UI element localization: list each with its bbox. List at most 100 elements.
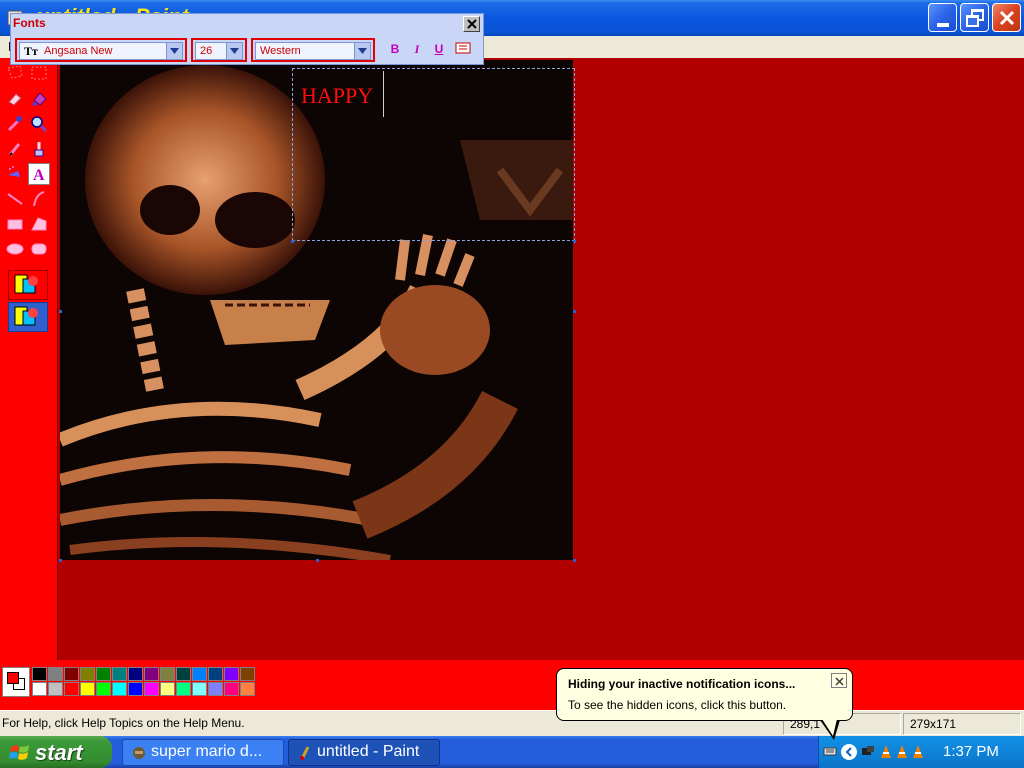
color-swatch[interactable] xyxy=(240,667,255,681)
color-swatch[interactable] xyxy=(80,667,95,681)
color-swatch[interactable] xyxy=(224,667,239,681)
taskbar-item-paint[interactable]: untitled - Paint xyxy=(288,739,440,766)
minimize-button[interactable] xyxy=(928,3,957,32)
rect-select-tool[interactable] xyxy=(28,62,50,84)
color-swatch[interactable] xyxy=(160,682,175,696)
color-swatch[interactable] xyxy=(176,682,191,696)
bold-button[interactable]: B xyxy=(385,41,405,57)
pencil-tool[interactable] xyxy=(4,138,26,160)
network-icon[interactable] xyxy=(861,744,875,763)
chevron-down-icon[interactable] xyxy=(354,43,370,59)
fonts-toolbar: Fonts Tт Angsana New 26 Western B I U xyxy=(10,13,484,65)
color-swatch[interactable] xyxy=(208,667,223,681)
system-tray: 1:37 PM xyxy=(818,736,1024,768)
color-swatch[interactable] xyxy=(96,682,111,696)
font-size-value: 26 xyxy=(200,45,213,57)
truetype-font-icon: Tт xyxy=(24,44,38,58)
close-icon xyxy=(467,19,477,29)
canvas-handle[interactable] xyxy=(59,310,62,313)
start-label: start xyxy=(35,740,83,765)
ellipse-tool[interactable] xyxy=(4,238,26,260)
color-swatch[interactable] xyxy=(48,682,63,696)
color-swatch[interactable] xyxy=(176,667,191,681)
free-select-tool[interactable] xyxy=(4,62,26,84)
foreground-color xyxy=(7,672,19,684)
font-name-value: Angsana New xyxy=(44,45,113,57)
vlc-cone-icon[interactable] xyxy=(895,744,909,765)
underline-button[interactable]: U xyxy=(429,41,449,57)
curve-tool[interactable] xyxy=(28,188,50,210)
font-size-select[interactable]: 26 xyxy=(195,42,243,60)
balloon-close-button[interactable] xyxy=(831,673,847,688)
chevron-left-icon xyxy=(845,747,852,757)
airbrush-tool[interactable] xyxy=(4,163,26,185)
color-swatch[interactable] xyxy=(32,667,47,681)
color-swatch[interactable] xyxy=(80,682,95,696)
color-swatch[interactable] xyxy=(240,682,255,696)
brush-tool[interactable] xyxy=(28,138,50,160)
text-tool[interactable]: A xyxy=(28,163,50,185)
color-swatch[interactable] xyxy=(112,682,127,696)
typed-text[interactable]: HAPPY xyxy=(301,83,373,109)
chevron-down-icon[interactable] xyxy=(226,43,242,59)
opaque-background-option[interactable] xyxy=(8,270,48,300)
color-swatch[interactable] xyxy=(64,682,79,696)
close-button[interactable] xyxy=(992,3,1021,32)
text-frame-handle[interactable] xyxy=(573,240,576,243)
color-swatch[interactable] xyxy=(144,667,159,681)
line-tool[interactable] xyxy=(4,188,26,210)
show-hidden-icons-button[interactable] xyxy=(841,744,857,760)
color-swatch[interactable] xyxy=(128,682,143,696)
transparent-background-option[interactable] xyxy=(8,302,48,332)
balloon-text: To see the hidden icons, click this butt… xyxy=(568,698,787,712)
color-swatch[interactable] xyxy=(192,667,207,681)
color-swatch[interactable] xyxy=(64,667,79,681)
polygon-tool[interactable] xyxy=(28,213,50,235)
canvas-handle[interactable] xyxy=(573,559,576,562)
status-selection-size: 279x171 xyxy=(903,713,1021,735)
taskbar-item-mario[interactable]: super mario d... xyxy=(122,739,284,766)
color-swatch[interactable] xyxy=(160,667,175,681)
desktop-screen: untitled - Paint F xyxy=(0,0,1024,768)
color-swatch[interactable] xyxy=(32,682,47,696)
balloon-title: Hiding your inactive notification icons.… xyxy=(568,677,796,691)
color-swatch[interactable] xyxy=(48,667,63,681)
rectangle-tool[interactable] xyxy=(4,213,26,235)
italic-button[interactable]: I xyxy=(407,41,427,57)
vlc-cone-icon[interactable] xyxy=(911,744,925,765)
canvas-handle[interactable] xyxy=(573,310,576,313)
color-swatch[interactable] xyxy=(208,682,223,696)
color-swatch[interactable] xyxy=(128,667,143,681)
canvas-handle[interactable] xyxy=(59,559,62,562)
status-help-text: For Help, click Help Topics on the Help … xyxy=(2,716,245,730)
rounded-rectangle-tool[interactable] xyxy=(28,238,50,260)
taskbar-clock[interactable]: 1:37 PM xyxy=(943,743,999,760)
start-button[interactable]: start xyxy=(0,736,112,768)
keyboard-icon[interactable] xyxy=(823,744,837,763)
color-swatch[interactable] xyxy=(112,667,127,681)
vertical-text-button[interactable] xyxy=(453,41,473,57)
text-box-frame[interactable]: HAPPY xyxy=(292,68,575,241)
game-icon xyxy=(131,745,147,765)
font-name-select[interactable]: Tт Angsana New xyxy=(19,42,183,60)
color-swatch[interactable] xyxy=(224,682,239,696)
restore-button[interactable] xyxy=(960,3,989,32)
magnifier-tool[interactable] xyxy=(28,113,50,135)
current-colors-box xyxy=(2,667,30,697)
canvas-handle[interactable] xyxy=(316,559,319,562)
font-script-select[interactable]: Western xyxy=(255,42,371,60)
fonts-toolbar-close-button[interactable] xyxy=(463,16,480,32)
color-swatch[interactable] xyxy=(144,682,159,696)
fonts-toolbar-title: Fonts xyxy=(13,16,46,30)
balloon-tail-inner xyxy=(822,719,837,736)
chevron-down-icon[interactable] xyxy=(166,43,182,59)
notification-balloon[interactable]: Hiding your inactive notification icons.… xyxy=(556,668,853,721)
color-swatch[interactable] xyxy=(192,682,207,696)
color-swatch[interactable] xyxy=(96,667,111,681)
text-frame-handle[interactable] xyxy=(291,240,294,243)
font-size-group: 26 xyxy=(191,38,247,62)
color-picker-tool[interactable] xyxy=(4,113,26,135)
vlc-cone-icon[interactable] xyxy=(879,744,893,765)
eraser-tool[interactable] xyxy=(4,88,26,110)
fill-tool[interactable] xyxy=(28,88,50,110)
